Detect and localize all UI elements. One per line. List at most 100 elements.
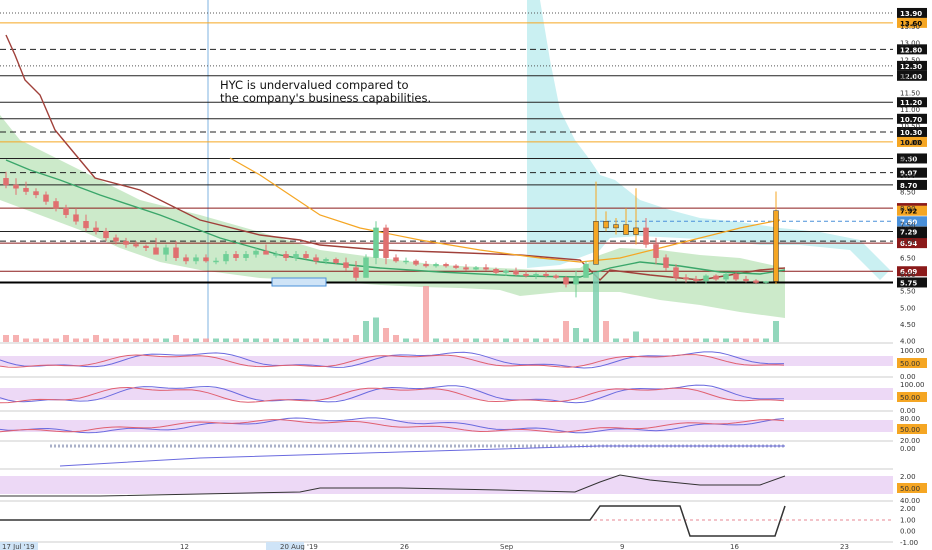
candle-body-59 (593, 221, 599, 265)
volume-bar-20 (203, 338, 209, 342)
volume-bar-42 (423, 286, 429, 342)
volume-bar-61 (613, 338, 619, 342)
panel-tick-0-0: 100.00 (900, 347, 925, 355)
candle-body-14 (143, 245, 149, 249)
candle-body-77 (773, 210, 779, 282)
candle-body-68 (683, 277, 689, 280)
price-tick-17: 5.00 (900, 304, 916, 312)
volume-bar-60 (603, 321, 609, 342)
volume-bar-16 (163, 338, 169, 342)
volume-bar-39 (393, 335, 399, 342)
candle-body-29 (293, 254, 299, 258)
candle-body-71 (713, 275, 719, 280)
candle-body-32 (323, 259, 329, 262)
annotation-line-2: the company's business capabilities. (220, 91, 431, 105)
candle-body-43 (433, 264, 439, 267)
volume-bar-53 (533, 338, 539, 342)
volume-bar-40 (403, 338, 409, 342)
volume-bar-21 (213, 338, 219, 342)
volume-bar-51 (513, 338, 519, 342)
candle-body-61 (613, 224, 619, 229)
volume-bar-4 (43, 338, 49, 342)
volume-bar-77 (773, 321, 779, 342)
volume-bar-2 (23, 338, 29, 342)
annotation-line-1: HYC is undervalued compared to (220, 78, 409, 92)
candle-body-53 (533, 273, 539, 277)
volume-bar-12 (123, 338, 129, 342)
date-label-4: Sep (500, 543, 514, 550)
panel-tick-5-1: 1.00 (900, 516, 916, 524)
volume-bar-18 (183, 338, 189, 342)
volume-bar-15 (153, 338, 159, 342)
volume-bar-8 (83, 338, 89, 342)
candle-body-66 (663, 257, 669, 268)
panel-tick-5-3: -1.00 (900, 539, 918, 547)
candle-body-75 (753, 280, 759, 283)
panel-tick-1-2: 0.00 (900, 407, 916, 415)
candle-body-21 (213, 260, 219, 263)
volume-bar-27 (273, 338, 279, 342)
panel-tick-5-2: 0.00 (900, 528, 916, 536)
volume-bar-9 (93, 335, 99, 342)
price-axis[interactable]: 13.9013.6012.8012.3012.0011.2010.7010.30… (897, 7, 927, 547)
volume-bar-30 (303, 338, 309, 342)
candle-body-48 (483, 267, 489, 270)
volume-bar-52 (523, 338, 529, 342)
candle-body-57 (573, 277, 579, 285)
volume-bar-50 (503, 338, 509, 342)
volume-bar-57 (573, 328, 579, 342)
candle-body-27 (273, 254, 279, 256)
volume-bar-66 (663, 338, 669, 342)
price-tick-11: 8.00 (900, 205, 916, 213)
volume-bar-6 (63, 335, 69, 342)
price-tick-0: 13.50 (900, 23, 920, 31)
volume-bar-56 (563, 321, 569, 342)
volume-bar-64 (643, 338, 649, 342)
volume-bar-73 (733, 338, 739, 342)
panel-tick-0-1: 50.00 (900, 360, 920, 368)
volume-bar-1 (13, 335, 19, 342)
candle-body-28 (283, 254, 289, 258)
candle-body-7 (73, 214, 79, 222)
level-badge-label-13: 7.29 (900, 229, 917, 237)
price-tick-16: 5.50 (900, 288, 916, 296)
volume-bar-47 (473, 338, 479, 342)
candle-body-11 (113, 237, 119, 242)
price-tick-18: 4.50 (900, 321, 916, 329)
volume-bar-11 (113, 338, 119, 342)
candle-body-62 (623, 224, 629, 235)
date-axis[interactable]: 17 Jul '191220 Aug '1926Sep91623Oct71421 (0, 541, 932, 550)
candle-body-24 (243, 254, 249, 258)
volume-bar-23 (233, 338, 239, 342)
price-tick-7: 10.00 (900, 139, 920, 147)
candle-body-37 (373, 227, 379, 258)
candle-body-41 (413, 260, 419, 265)
chart-canvas[interactable]: 13.9013.6012.8012.3012.0011.2010.7010.30… (0, 0, 932, 550)
volume-bar-46 (463, 338, 469, 342)
candle-body-70 (703, 275, 709, 282)
candle-body-73 (733, 273, 739, 280)
volume-bar-25 (253, 338, 259, 342)
volume-bar-3 (33, 338, 39, 342)
volume-bar-31 (313, 338, 319, 342)
date-label-7: 23 (840, 543, 849, 550)
candle-body-31 (313, 257, 319, 262)
candle-body-49 (493, 268, 499, 273)
panel-tick-2-1: 50.00 (900, 426, 920, 434)
candle-body-2 (23, 187, 29, 192)
volume-bar-22 (223, 338, 229, 342)
volume-bar-59 (593, 272, 599, 342)
price-tick-8: 9.50 (900, 155, 916, 163)
candle-body-16 (163, 247, 169, 255)
volume-bar-45 (453, 338, 459, 342)
date-label-1: 12 (180, 543, 189, 550)
candle-body-6 (63, 207, 69, 215)
volume-bar-19 (193, 338, 199, 342)
price-tick-10: 8.50 (900, 189, 916, 197)
volume-bar-72 (723, 338, 729, 342)
candle-body-51 (513, 270, 519, 275)
candle-body-64 (643, 227, 649, 245)
volume-bar-49 (493, 338, 499, 342)
candle-body-45 (453, 265, 459, 268)
candle-body-67 (673, 267, 679, 278)
